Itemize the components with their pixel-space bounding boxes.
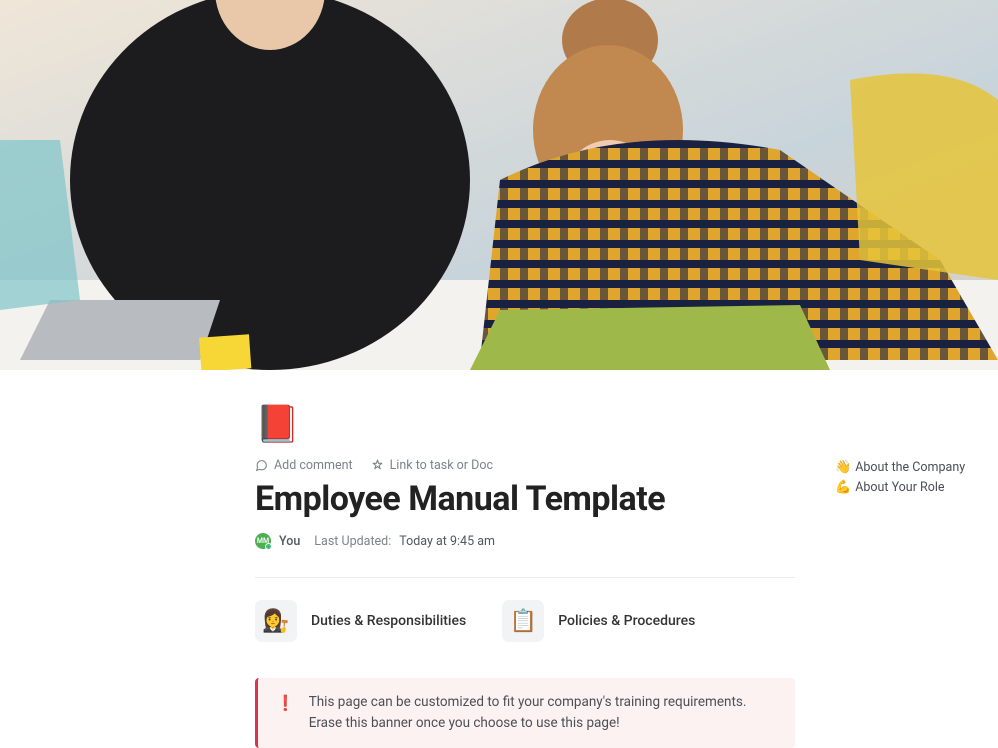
exclamation-icon: ❗ bbox=[276, 692, 295, 715]
section-card-duties[interactable]: 👩‍⚖️ Duties & Responsibilities bbox=[255, 600, 466, 642]
cover-image bbox=[0, 0, 998, 370]
link-to-button[interactable]: Link to task or Doc bbox=[371, 458, 493, 473]
outline-link-about-company[interactable]: 👋 About the Company bbox=[835, 460, 965, 475]
wave-icon: 👋 bbox=[835, 460, 851, 475]
last-updated-time: Today at 9:45 am bbox=[399, 534, 495, 549]
link-icon bbox=[371, 459, 384, 472]
last-updated-label: Last Updated: bbox=[314, 534, 391, 549]
banner-text: This page can be customized to fit your … bbox=[309, 692, 777, 734]
page-title[interactable]: Employee Manual Template bbox=[255, 479, 795, 519]
notepad-icon: 📋 bbox=[502, 600, 544, 642]
link-to-label: Link to task or Doc bbox=[390, 458, 493, 473]
outline-sidebar: 👋 About the Company 💪 About Your Role bbox=[795, 370, 965, 500]
page-icon[interactable]: 📕 bbox=[255, 400, 303, 448]
outline-link-label: About the Company bbox=[855, 460, 965, 475]
page-meta: MM You Last Updated: Today at 9:45 am bbox=[255, 533, 795, 549]
section-card-label: Policies & Procedures bbox=[558, 613, 695, 629]
comment-icon bbox=[255, 459, 268, 472]
section-card-policies[interactable]: 📋 Policies & Procedures bbox=[502, 600, 695, 642]
outline-link-about-role[interactable]: 💪 About Your Role bbox=[835, 480, 965, 495]
author-avatar[interactable]: MM bbox=[255, 533, 271, 549]
flex-icon: 💪 bbox=[835, 480, 851, 495]
divider bbox=[255, 577, 795, 578]
author-name: You bbox=[279, 534, 300, 549]
add-comment-button[interactable]: Add comment bbox=[255, 458, 353, 473]
document-main: 📕 Add comment Link to task or Doc Employ… bbox=[0, 370, 795, 748]
add-comment-label: Add comment bbox=[274, 458, 353, 473]
section-card-label: Duties & Responsibilities bbox=[311, 613, 466, 629]
info-banner[interactable]: ❗ This page can be customized to fit you… bbox=[255, 678, 795, 748]
judge-icon: 👩‍⚖️ bbox=[255, 600, 297, 642]
outline-link-label: About Your Role bbox=[855, 480, 944, 495]
